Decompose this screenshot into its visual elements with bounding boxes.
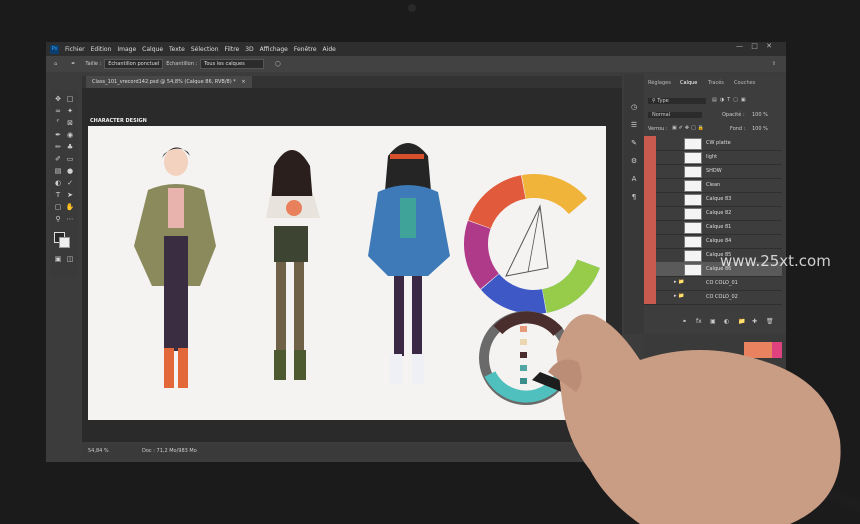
watermark-text: www.25xt.com — [720, 252, 831, 270]
hand — [556, 314, 841, 524]
